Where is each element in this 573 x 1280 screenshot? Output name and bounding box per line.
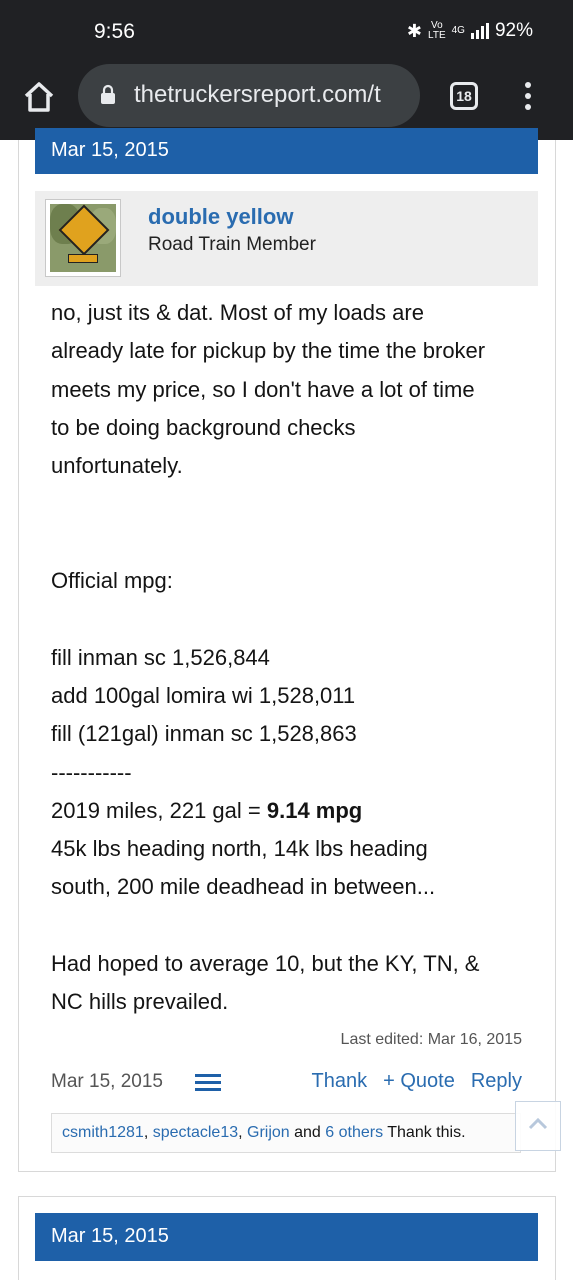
message-line: 45k lbs heading north, 14k lbs heading bbox=[51, 836, 428, 862]
post-footer-date[interactable]: Mar 15, 2015 bbox=[51, 1071, 163, 1093]
next-post-date-header: Mar 15, 2015 bbox=[35, 1213, 538, 1261]
username-link[interactable]: double yellow bbox=[148, 204, 293, 230]
like-user-link[interactable]: csmith1281 bbox=[62, 1124, 144, 1141]
last-edited: Last edited: Mar 16, 2015 bbox=[340, 1031, 522, 1048]
message-line: unfortunately. bbox=[51, 453, 183, 479]
message-line: already late for pickup by the time the … bbox=[51, 338, 486, 364]
message-line: Had hoped to average 10, but the KY, TN,… bbox=[51, 951, 480, 977]
volte-icon: Vo LTE bbox=[428, 20, 446, 41]
message-line: Official mpg: bbox=[51, 568, 173, 594]
signal-icon bbox=[470, 23, 489, 39]
reply-button[interactable]: Reply bbox=[471, 1070, 522, 1093]
user-panel: double yellow Road Train Member bbox=[35, 191, 538, 286]
tab-switcher-button[interactable]: 18 bbox=[450, 82, 478, 110]
post-menu-icon[interactable] bbox=[195, 1074, 221, 1092]
bluetooth-icon: ✱ bbox=[406, 20, 423, 41]
status-icons: ✱ Vo LTE 4G 92% bbox=[407, 20, 533, 42]
message-line: fill (121gal) inman sc 1,528,863 bbox=[51, 721, 357, 747]
message-line: south, 200 mile deadhead in between... bbox=[51, 874, 436, 900]
like-user-link[interactable]: spectacle13 bbox=[153, 1124, 238, 1141]
message-line: to be doing background checks bbox=[51, 414, 356, 440]
message-line-mpg: 2019 miles, 221 gal = 9.14 mpg bbox=[51, 797, 363, 823]
post-actions: Thank + Quote Reply bbox=[312, 1070, 522, 1093]
user-title: Road Train Member bbox=[148, 234, 316, 255]
message-line: meets my price, so I don't have a lot of… bbox=[51, 376, 475, 402]
network-type: 4G bbox=[451, 25, 465, 36]
url-text: thetruckersreport.com/t bbox=[134, 81, 381, 108]
chevron-up-icon bbox=[528, 1118, 548, 1130]
like-user-link[interactable]: Grijon bbox=[247, 1124, 290, 1141]
likes-others-link[interactable]: 6 others bbox=[325, 1124, 383, 1141]
message-line bbox=[51, 600, 531, 638]
overflow-menu-icon[interactable] bbox=[521, 82, 535, 112]
message-line: fill inman sc 1,526,844 bbox=[51, 644, 270, 670]
lock-icon bbox=[101, 84, 115, 104]
likes-bar: csmith1281, spectacle13, Grijon and 6 ot… bbox=[51, 1113, 521, 1153]
mpg-value: 9.14 mpg bbox=[266, 797, 363, 823]
avatar[interactable] bbox=[45, 199, 121, 277]
post-message: no, just its & dat. Most of my loads are… bbox=[51, 294, 531, 1022]
message-line bbox=[51, 907, 531, 945]
post-date-header: Mar 15, 2015 bbox=[35, 128, 538, 174]
message-line: no, just its & dat. Most of my loads are bbox=[51, 300, 424, 325]
message-line: NC hills prevailed. bbox=[51, 989, 229, 1015]
home-icon[interactable] bbox=[22, 80, 56, 114]
battery-level: 92% bbox=[494, 20, 533, 41]
message-line: add 100gal lomira wi 1,528,011 bbox=[51, 682, 356, 708]
thank-button[interactable]: Thank bbox=[312, 1070, 368, 1093]
scroll-to-top-button[interactable] bbox=[515, 1101, 561, 1151]
message-line bbox=[51, 524, 531, 562]
message-line: ----------- bbox=[51, 759, 132, 785]
message-line bbox=[51, 485, 531, 523]
quote-button[interactable]: + Quote bbox=[383, 1070, 455, 1093]
status-time: 9:56 bbox=[94, 20, 135, 43]
status-bar: 9:56 ✱ Vo LTE 4G 92% bbox=[0, 0, 573, 64]
address-bar[interactable]: thetruckersreport.com/t bbox=[78, 64, 420, 127]
